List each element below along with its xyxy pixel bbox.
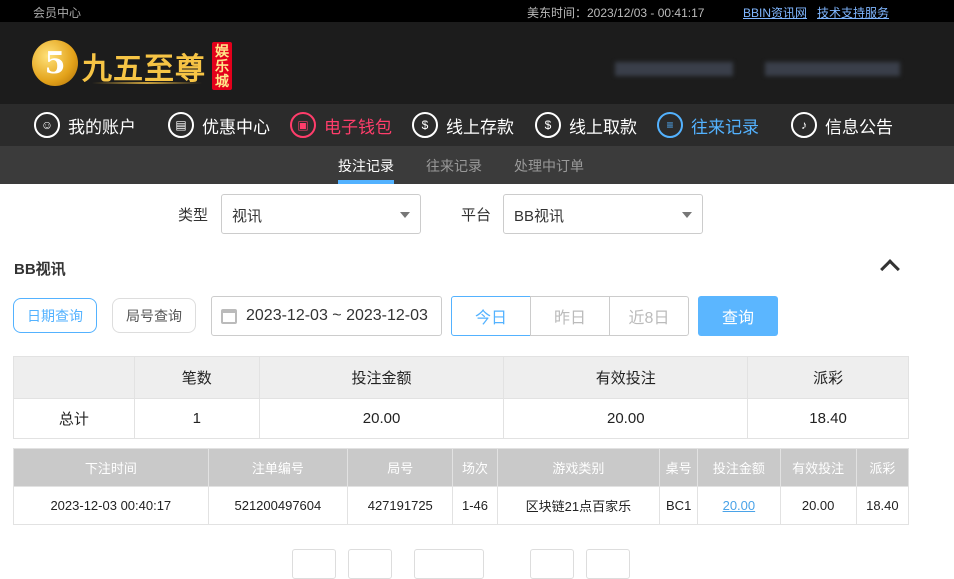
nav-announcements[interactable]: ♪ 信息公告 [791, 104, 893, 146]
logo-badge: 娱乐城 [212, 42, 232, 90]
chevron-down-icon [682, 212, 692, 218]
next-page-button[interactable] [530, 549, 574, 579]
member-center-label: 会员中心 [33, 6, 82, 20]
nav-label: 往来记录 [691, 117, 759, 137]
first-page-button[interactable] [292, 549, 336, 579]
bet-amount-link[interactable]: 20.00 [723, 498, 756, 513]
round-query-tab[interactable]: 局号查询 [112, 298, 196, 333]
summary-header-cell: 派彩 [747, 356, 909, 399]
summary-header-cell: 有效投注 [503, 356, 749, 399]
detail-header-cell: 下注时间 [13, 448, 209, 487]
nav-e-wallet[interactable]: ▣ 电子钱包 [290, 104, 392, 146]
bet-id: 521200497604 [207, 486, 349, 525]
type-select-value: 视讯 [232, 208, 263, 225]
eastern-time: 美东时间：2023/12/03 - 00:41:17 [527, 6, 705, 20]
nav-records[interactable]: ≡ 往来记录 [657, 104, 759, 146]
last-8-days-button[interactable]: 近8日 [609, 296, 689, 336]
query-button[interactable]: 查询 [698, 296, 778, 336]
summary-table: 笔数 投注金额 有效投注 派彩 总计 1 20.00 20.00 18.40 [13, 356, 909, 439]
valid-bet: 20.00 [779, 486, 857, 525]
type-select[interactable]: 视讯 [221, 194, 421, 234]
tab-transaction-records[interactable]: 往来记录 [426, 156, 482, 176]
top-bar: 会员中心 美东时间：2023/12/03 - 00:41:17 BBIN资讯网 … [0, 0, 954, 22]
platform-select-value: BB视讯 [514, 208, 565, 225]
blurred-account-info [615, 62, 733, 76]
bet-detail-table: 下注时间 注单编号 局号 场次 游戏类别 桌号 投注金额 有效投注 派彩 202… [13, 448, 910, 525]
date-range-input[interactable]: 2023-12-03 ~ 2023-12-03 [211, 296, 442, 336]
summary-cell: 18.40 [747, 398, 909, 439]
summary-total-row: 总计 1 20.00 20.00 18.40 [13, 398, 909, 439]
summary-header-row: 笔数 投注金额 有效投注 派彩 [13, 356, 909, 399]
withdraw-icon: $ [535, 112, 561, 138]
calendar-icon [221, 309, 237, 324]
yesterday-button[interactable]: 昨日 [530, 296, 610, 336]
prev-page-button[interactable] [348, 549, 392, 579]
summary-cell: 总计 [13, 398, 135, 439]
detail-header-cell: 注单编号 [207, 448, 349, 487]
collapse-chevron-up-icon[interactable] [880, 259, 900, 279]
round-id: 427191725 [347, 486, 454, 525]
nav-label: 线上存款 [446, 117, 514, 137]
nav-label: 线上取款 [569, 117, 637, 137]
tab-bet-records[interactable]: 投注记录 [338, 156, 394, 176]
detail-header-cell: 桌号 [659, 448, 699, 487]
page-input[interactable] [414, 549, 484, 579]
date-query-tab[interactable]: 日期查询 [13, 298, 97, 333]
summary-cell: 20.00 [503, 398, 749, 439]
summary-header-cell [13, 356, 135, 399]
sub-nav: 投注记录 往来记录 处理中订单 [0, 146, 954, 184]
nav-label: 信息公告 [825, 117, 893, 137]
detail-header-row: 下注时间 注单编号 局号 场次 游戏类别 桌号 投注金额 有效投注 派彩 [13, 448, 910, 487]
nav-withdraw[interactable]: $ 线上取款 [535, 104, 637, 146]
game-type: 区块链21点百家乐 [496, 486, 661, 525]
summary-cell: 20.00 [258, 398, 505, 439]
chevron-down-icon [400, 212, 410, 218]
summary-header-cell: 笔数 [133, 356, 260, 399]
platform-select[interactable]: BB视讯 [503, 194, 703, 234]
bet-time: 2023-12-03 00:40:17 [13, 486, 209, 525]
detail-header-cell: 游戏类别 [496, 448, 661, 487]
nav-deposit[interactable]: $ 线上存款 [412, 104, 514, 146]
detail-header-cell: 有效投注 [779, 448, 857, 487]
active-tab-indicator [338, 180, 394, 184]
table-no: BC1 [659, 486, 699, 525]
tab-pending-orders[interactable]: 处理中订单 [514, 156, 584, 176]
detail-header-cell: 投注金额 [697, 448, 781, 487]
today-button[interactable]: 今日 [451, 296, 531, 336]
platform-label: 平台 [461, 207, 492, 224]
date-range-value: 2023-12-03 ~ 2023-12-03 [246, 307, 428, 324]
records-icon: ≡ [657, 112, 683, 138]
bet-amount-cell: 20.00 [697, 486, 781, 525]
wallet-icon: ▣ [290, 112, 316, 138]
header: 5 九五至尊 娱乐城 [0, 22, 954, 104]
session: 1-46 [452, 486, 498, 525]
nav-label: 我的账户 [68, 117, 136, 137]
nav-my-account[interactable]: ☺ 我的账户 [34, 104, 136, 146]
nav-promotions[interactable]: ▤ 优惠中心 [168, 104, 270, 146]
tech-support-link[interactable]: 技术支持服务 [817, 4, 889, 21]
type-label: 类型 [178, 207, 209, 224]
table-row: 2023-12-03 00:40:17 521200497604 4271917… [13, 486, 910, 525]
bell-icon: ♪ [791, 112, 817, 138]
logo-icon: 5 [32, 40, 78, 86]
logo-ornament [92, 82, 202, 84]
summary-cell: 1 [133, 398, 260, 439]
detail-header-cell: 场次 [452, 448, 498, 487]
user-icon: ☺ [34, 112, 60, 138]
main-nav: ☺ 我的账户 ▤ 优惠中心 ▣ 电子钱包 $ 线上存款 $ 线上取款 ≡ 往来记… [0, 104, 954, 146]
deposit-icon: $ [412, 112, 438, 138]
detail-header-cell: 局号 [347, 448, 454, 487]
nav-label: 电子钱包 [324, 117, 392, 137]
gift-icon: ▤ [168, 112, 194, 138]
blurred-balance-info [765, 62, 900, 76]
bbin-news-link[interactable]: BBIN资讯网 [743, 4, 807, 21]
summary-header-cell: 投注金额 [258, 356, 505, 399]
payout: 18.40 [855, 486, 910, 525]
nav-label: 优惠中心 [202, 117, 270, 137]
detail-header-cell: 派彩 [855, 448, 910, 487]
section-title: BB视讯 [14, 261, 66, 278]
last-page-button[interactable] [586, 549, 630, 579]
